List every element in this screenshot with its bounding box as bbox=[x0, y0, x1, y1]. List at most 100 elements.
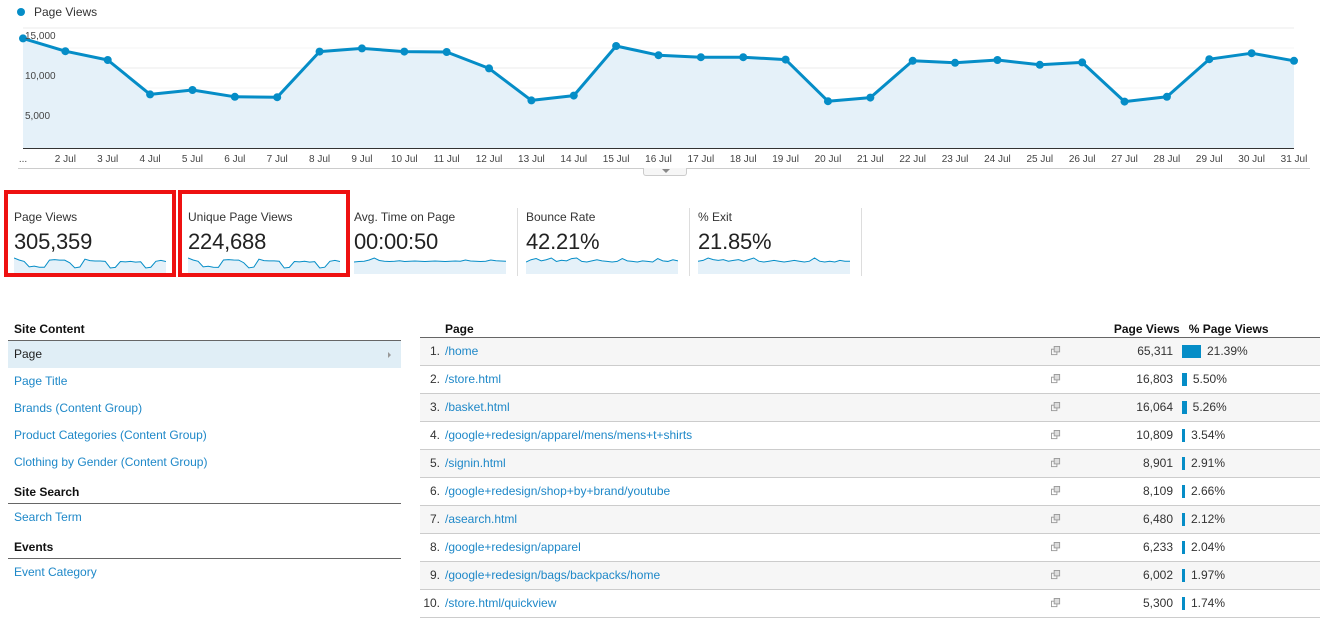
data-point[interactable] bbox=[527, 96, 536, 105]
pct-cell: 3.54% bbox=[1173, 422, 1320, 449]
data-point[interactable] bbox=[1205, 55, 1214, 64]
data-point[interactable] bbox=[315, 47, 324, 56]
data-point[interactable] bbox=[739, 53, 748, 62]
data-point[interactable] bbox=[1035, 60, 1044, 69]
page-link[interactable]: /google+redesign/apparel bbox=[445, 534, 1043, 561]
pct-value: 5.50% bbox=[1192, 372, 1227, 386]
pct-value: 3.54% bbox=[1191, 428, 1226, 442]
sidebar-item-label: Page bbox=[14, 347, 43, 361]
data-point[interactable] bbox=[908, 56, 917, 65]
x-tick-label: 13 Jul bbox=[518, 154, 545, 165]
data-point[interactable] bbox=[781, 55, 790, 64]
data-point[interactable] bbox=[188, 86, 197, 94]
pct-cell: 1.74% bbox=[1173, 590, 1320, 617]
data-point[interactable] bbox=[1290, 56, 1298, 65]
sidebar-item-label: Clothing by Gender (Content Group) bbox=[14, 455, 208, 469]
data-point[interactable] bbox=[103, 56, 112, 64]
data-point[interactable] bbox=[866, 93, 875, 102]
scorecard-avg-time-on-page[interactable]: Avg. Time on Page 00:00:50 bbox=[346, 200, 518, 277]
data-point[interactable] bbox=[1120, 97, 1129, 106]
page-link[interactable]: /asearch.html bbox=[445, 506, 1043, 533]
open-in-new-window-icon[interactable] bbox=[1051, 430, 1061, 440]
scorecard--exit[interactable]: % Exit 21.85% bbox=[690, 200, 862, 277]
open-in-new-window-icon[interactable] bbox=[1051, 542, 1061, 552]
row-index: 9. bbox=[429, 568, 440, 582]
data-point[interactable] bbox=[951, 58, 960, 67]
open-in-new-window-icon[interactable] bbox=[1051, 402, 1061, 412]
data-point[interactable] bbox=[654, 51, 663, 60]
x-tick-label: 8 Jul bbox=[309, 154, 330, 165]
data-point[interactable] bbox=[230, 92, 239, 101]
header-page-views[interactable]: Page Views bbox=[1014, 322, 1180, 337]
sidebar-item-event-category[interactable]: Event Category bbox=[8, 559, 401, 586]
sidebar-item-search-term[interactable]: Search Term bbox=[8, 504, 401, 531]
page-link[interactable]: /basket.html bbox=[445, 394, 1043, 421]
header-pct-page-views[interactable]: % Page Views bbox=[1180, 322, 1320, 337]
table-row: 2. /store.html 16,803 5.50% bbox=[420, 366, 1320, 394]
data-point[interactable] bbox=[485, 64, 494, 73]
scorecard-unique-page-views[interactable]: Unique Page Views 224,688 bbox=[178, 190, 350, 277]
open-icon-cell bbox=[1043, 338, 1085, 365]
sidebar-item-clothing-by-gender-content-group[interactable]: Clothing by Gender (Content Group) bbox=[8, 449, 401, 476]
data-point[interactable] bbox=[612, 42, 621, 50]
open-in-new-window-icon[interactable] bbox=[1051, 374, 1061, 384]
pages-table: Page Page Views % Page Views 1. /home 65,3… bbox=[420, 322, 1320, 618]
open-in-new-window-icon[interactable] bbox=[1051, 458, 1061, 468]
sparkline bbox=[698, 257, 850, 274]
scorecard-page-views[interactable]: Page Views 305,359 bbox=[4, 190, 176, 277]
page-link[interactable]: /home bbox=[445, 338, 1043, 365]
row-index: 4. bbox=[429, 428, 440, 442]
page-link[interactable]: /google+redesign/bags/backpacks/home bbox=[445, 562, 1043, 589]
open-in-new-window-icon[interactable] bbox=[1051, 346, 1061, 356]
x-tick-label: 26 Jul bbox=[1069, 154, 1096, 165]
dimension-sidebar: Site Content Page Page Title Brands (Conten… bbox=[8, 322, 401, 586]
x-tick-label: 4 Jul bbox=[140, 154, 161, 165]
page-link[interactable]: /signin.html bbox=[445, 450, 1043, 477]
data-point[interactable] bbox=[146, 90, 155, 99]
x-tick-label: 23 Jul bbox=[942, 154, 969, 165]
pct-bar bbox=[1182, 541, 1185, 554]
data-point[interactable] bbox=[400, 47, 409, 56]
page-views-chart[interactable]: 5,000 10,000 15,000... 2 Jul 3 Jul 4 Jul 5 Jul… bbox=[0, 0, 1321, 180]
open-in-new-window-icon[interactable] bbox=[1051, 486, 1061, 496]
open-in-new-window-icon[interactable] bbox=[1051, 570, 1061, 580]
data-point[interactable] bbox=[823, 97, 832, 106]
table-header: Page Page Views % Page Views bbox=[420, 322, 1320, 338]
y-tick-label: 15,000 bbox=[25, 31, 56, 42]
pct-cell: 2.04% bbox=[1173, 534, 1320, 561]
data-point[interactable] bbox=[442, 48, 451, 56]
open-in-new-window-icon[interactable] bbox=[1051, 598, 1061, 608]
header-page[interactable]: Page bbox=[420, 322, 1014, 337]
data-point[interactable] bbox=[1162, 92, 1171, 101]
open-icon-cell bbox=[1043, 534, 1085, 561]
sidebar-item-brands-content-group[interactable]: Brands (Content Group) bbox=[8, 395, 401, 422]
data-point[interactable] bbox=[1078, 58, 1087, 67]
data-point[interactable] bbox=[696, 53, 705, 62]
data-point[interactable] bbox=[61, 47, 70, 56]
data-point[interactable] bbox=[1247, 49, 1256, 58]
pct-value: 2.12% bbox=[1191, 512, 1226, 526]
pct-bar bbox=[1182, 569, 1185, 582]
page-link[interactable]: /store.html/quickview bbox=[445, 590, 1043, 617]
open-icon-cell bbox=[1043, 422, 1085, 449]
data-point[interactable] bbox=[357, 44, 366, 53]
chart-collapse-handle[interactable] bbox=[643, 168, 687, 176]
sidebar-item-page[interactable]: Page bbox=[8, 341, 401, 368]
table-row: 9. /google+redesign/bags/backpacks/home 6,… bbox=[420, 562, 1320, 590]
sidebar-item-product-categories-content-group[interactable]: Product Categories (Content Group) bbox=[8, 422, 401, 449]
scorecard-bounce-rate[interactable]: Bounce Rate 42.21% bbox=[518, 200, 690, 277]
page-link[interactable]: /store.html bbox=[445, 366, 1043, 393]
data-point[interactable] bbox=[993, 56, 1002, 64]
open-icon-cell bbox=[1043, 562, 1085, 589]
row-index: 5. bbox=[429, 456, 440, 470]
pct-value: 2.66% bbox=[1191, 484, 1226, 498]
data-point[interactable] bbox=[273, 93, 282, 102]
open-in-new-window-icon[interactable] bbox=[1051, 514, 1061, 524]
page-link[interactable]: /google+redesign/apparel/mens/mens+t+shi… bbox=[445, 422, 1043, 449]
page-link[interactable]: /google+redesign/shop+by+brand/youtube bbox=[445, 478, 1043, 505]
data-point[interactable] bbox=[569, 91, 578, 100]
scorecard-value: 42.21% bbox=[526, 229, 600, 254]
sidebar-item-page-title[interactable]: Page Title bbox=[8, 368, 401, 395]
pct-cell: 2.66% bbox=[1173, 478, 1320, 505]
